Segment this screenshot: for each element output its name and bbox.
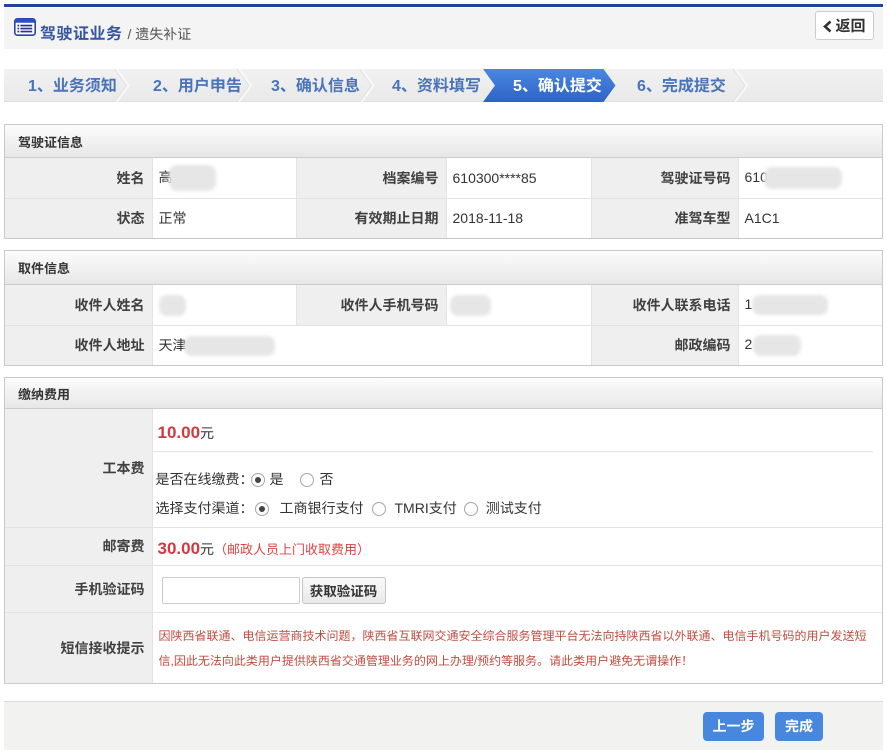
svg-text:2、用户申告: 2、用户申告 xyxy=(153,72,242,96)
svg-text:1、业务须知: 1、业务须知 xyxy=(28,72,117,96)
svg-text:3、确认信息: 3、确认信息 xyxy=(271,72,360,96)
svg-text:5、确认提交: 5、确认提交 xyxy=(513,72,602,96)
svg-text:6、完成提交: 6、完成提交 xyxy=(637,72,726,96)
svg-text:4、资料填写: 4、资料填写 xyxy=(392,72,481,96)
